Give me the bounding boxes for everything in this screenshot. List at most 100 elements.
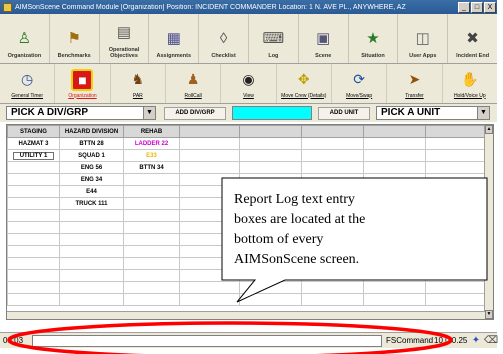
- table-cell[interactable]: [179, 197, 240, 210]
- table-cell[interactable]: [239, 137, 302, 150]
- table-cell[interactable]: [239, 293, 302, 306]
- hold-voice-button[interactable]: ✋ Hold/Voice Up: [443, 64, 497, 103]
- table-cell[interactable]: [179, 245, 240, 258]
- table-cell[interactable]: [179, 221, 240, 234]
- table-cell[interactable]: [425, 281, 486, 294]
- table-cell[interactable]: [239, 269, 302, 282]
- table-cell[interactable]: [7, 197, 60, 210]
- table-cell[interactable]: [179, 209, 240, 222]
- toolbar-log-button[interactable]: ⌨ Log: [249, 14, 299, 63]
- toolbar-organization-button[interactable]: ♙ Organization: [0, 14, 50, 63]
- table-cell[interactable]: [123, 221, 180, 234]
- table-cell[interactable]: BTTN 28: [59, 137, 124, 150]
- column-header[interactable]: REHAB: [123, 125, 180, 138]
- table-cell[interactable]: [301, 161, 364, 174]
- table-cell[interactable]: [123, 293, 180, 306]
- table-cell[interactable]: [7, 257, 60, 270]
- table-cell[interactable]: [179, 233, 240, 246]
- toolbar-objectives-button[interactable]: ▤ Operational Objectives: [100, 14, 150, 63]
- table-cell[interactable]: [425, 173, 486, 186]
- table-cell[interactable]: [301, 137, 364, 150]
- table-cell[interactable]: [123, 197, 180, 210]
- table-cell[interactable]: [7, 245, 60, 258]
- par-button[interactable]: ♞ PAR: [111, 64, 166, 103]
- table-cell[interactable]: [59, 281, 124, 294]
- table-cell[interactable]: [59, 245, 124, 258]
- table-cell[interactable]: [59, 209, 124, 222]
- column-header[interactable]: STAGING: [7, 125, 60, 138]
- add-unit-button[interactable]: ADD UNIT: [318, 107, 370, 120]
- scroll-down-icon[interactable]: ▼: [485, 310, 493, 319]
- table-cell[interactable]: E44: [59, 185, 124, 198]
- table-cell[interactable]: [179, 281, 240, 294]
- table-cell[interactable]: [59, 221, 124, 234]
- table-cell[interactable]: [123, 257, 180, 270]
- minimize-button[interactable]: _: [458, 1, 470, 13]
- organization-view-button[interactable]: ■ Organization: [55, 64, 111, 103]
- table-cell[interactable]: [425, 293, 486, 306]
- table-cell[interactable]: [7, 161, 60, 174]
- table-cell[interactable]: [179, 137, 240, 150]
- table-cell[interactable]: [123, 245, 180, 258]
- toolbar-user-apps-button[interactable]: ◫ User Apps: [398, 14, 449, 63]
- toolbar-situation-button[interactable]: ★ Situation: [349, 14, 399, 63]
- report-log-entry-input[interactable]: [32, 335, 382, 347]
- table-cell[interactable]: [239, 281, 302, 294]
- table-cell[interactable]: [7, 293, 60, 306]
- table-cell[interactable]: SQUAD 1: [59, 149, 124, 162]
- table-cell[interactable]: [59, 233, 124, 246]
- table-cell[interactable]: [59, 269, 124, 282]
- table-cell[interactable]: [179, 269, 240, 282]
- table-cell[interactable]: BTTN 34: [123, 161, 180, 174]
- toolbar-benchmarks-button[interactable]: ⚑ Benchmarks: [50, 14, 100, 63]
- table-cell[interactable]: [59, 257, 124, 270]
- table-cell[interactable]: [179, 149, 240, 162]
- unit-entry-field[interactable]: [232, 106, 312, 120]
- view-button[interactable]: ◉ View: [221, 64, 277, 103]
- close-button[interactable]: X: [484, 1, 496, 13]
- table-cell[interactable]: [425, 269, 486, 282]
- table-cell[interactable]: [179, 293, 240, 306]
- table-cell[interactable]: [363, 149, 426, 162]
- chevron-down-icon[interactable]: ▼: [477, 107, 489, 119]
- column-header[interactable]: [239, 125, 302, 138]
- horizontal-scrollbar[interactable]: [7, 311, 485, 319]
- table-cell[interactable]: [301, 149, 364, 162]
- table-cell[interactable]: E33: [123, 149, 180, 162]
- scroll-up-icon[interactable]: ▲: [485, 125, 493, 134]
- table-cell[interactable]: [123, 185, 180, 198]
- table-cell[interactable]: [123, 281, 180, 294]
- table-cell[interactable]: TRUCK 111: [59, 197, 124, 210]
- column-header[interactable]: HAZARD DIVISION: [59, 125, 124, 138]
- table-cell[interactable]: [7, 281, 60, 294]
- table-cell[interactable]: [179, 257, 240, 270]
- table-cell[interactable]: HAZMAT 3: [7, 137, 60, 150]
- table-cell[interactable]: [7, 185, 60, 198]
- chevron-down-icon[interactable]: ▼: [143, 107, 155, 119]
- table-cell[interactable]: [425, 137, 486, 150]
- maximize-button[interactable]: □: [471, 1, 483, 13]
- table-cell[interactable]: [7, 269, 60, 282]
- table-cell[interactable]: [7, 221, 60, 234]
- table-cell[interactable]: [301, 281, 364, 294]
- trash-icon[interactable]: ⌫: [484, 335, 498, 347]
- table-cell[interactable]: [301, 269, 364, 282]
- table-cell[interactable]: [239, 173, 302, 186]
- add-div-grp-button[interactable]: ADD DIV/GRP: [164, 107, 226, 120]
- table-cell[interactable]: [301, 173, 364, 186]
- table-cell[interactable]: [179, 173, 240, 186]
- table-cell[interactable]: [7, 209, 60, 222]
- toolbar-checklist-button[interactable]: ◊ Checklist: [199, 14, 249, 63]
- table-cell[interactable]: [239, 149, 302, 162]
- rollcall-button[interactable]: ♟ RollCall: [166, 64, 222, 103]
- pick-unit-select[interactable]: PICK A UNIT ▼: [376, 106, 490, 120]
- table-cell[interactable]: [7, 233, 60, 246]
- toolbar-scene-button[interactable]: ▣ Scene: [299, 14, 349, 63]
- vertical-scrollbar[interactable]: ▲ ▼: [484, 125, 493, 319]
- table-cell[interactable]: [59, 293, 124, 306]
- table-cell[interactable]: [363, 269, 426, 282]
- table-cell[interactable]: [363, 281, 426, 294]
- table-cell[interactable]: [123, 269, 180, 282]
- table-cell[interactable]: [7, 173, 60, 186]
- table-cell[interactable]: [363, 137, 426, 150]
